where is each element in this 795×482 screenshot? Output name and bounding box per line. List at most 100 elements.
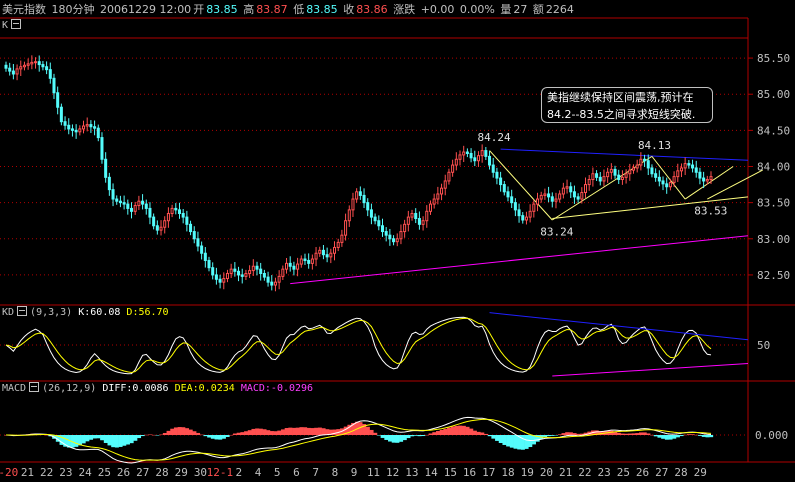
- candle-body[interactable]: [273, 281, 277, 286]
- candle-body[interactable]: [536, 198, 540, 205]
- candle-body[interactable]: [70, 128, 74, 131]
- candle-body[interactable]: [118, 200, 122, 204]
- candle-body[interactable]: [587, 179, 591, 186]
- candle-body[interactable]: [126, 203, 130, 209]
- candle-body[interactable]: [672, 176, 676, 183]
- candle-body[interactable]: [122, 202, 126, 205]
- candle-body[interactable]: [115, 198, 119, 202]
- candle-body[interactable]: [159, 226, 163, 231]
- candle-body[interactable]: [421, 220, 425, 225]
- candle-body[interactable]: [310, 258, 314, 264]
- candle-body[interactable]: [344, 220, 348, 236]
- candle-body[interactable]: [292, 265, 296, 270]
- candle-body[interactable]: [259, 268, 263, 274]
- candle-body[interactable]: [502, 184, 506, 193]
- candle-body[interactable]: [628, 169, 632, 175]
- candle-body[interactable]: [702, 177, 706, 182]
- candle-body[interactable]: [185, 216, 189, 225]
- candle-body[interactable]: [657, 176, 661, 182]
- candle-body[interactable]: [462, 151, 466, 156]
- candle-body[interactable]: [63, 121, 67, 126]
- candle-body[interactable]: [377, 220, 381, 227]
- candle-body[interactable]: [665, 183, 669, 188]
- candle-body[interactable]: [4, 64, 8, 69]
- candle-body[interactable]: [270, 281, 274, 286]
- collapse-box-icon[interactable]: [29, 382, 40, 392]
- candle-body[interactable]: [137, 200, 141, 207]
- candle-body[interactable]: [366, 202, 370, 211]
- candle-body[interactable]: [22, 64, 26, 68]
- candle-body[interactable]: [355, 191, 359, 200]
- candle-body[interactable]: [340, 234, 344, 243]
- candle-body[interactable]: [48, 69, 52, 79]
- candle-body[interactable]: [384, 231, 388, 236]
- candle-body[interactable]: [41, 64, 45, 68]
- candle-body[interactable]: [100, 137, 104, 160]
- candle-body[interactable]: [277, 275, 281, 283]
- candle-body[interactable]: [141, 200, 145, 205]
- candle-body[interactable]: [458, 154, 462, 160]
- candle-body[interactable]: [78, 128, 82, 133]
- candle-body[interactable]: [388, 234, 392, 240]
- candle-body[interactable]: [214, 274, 218, 280]
- candle-body[interactable]: [347, 209, 351, 222]
- candle-body[interactable]: [499, 177, 503, 186]
- candle-body[interactable]: [410, 212, 414, 218]
- candle-body[interactable]: [369, 209, 373, 218]
- candle-body[interactable]: [351, 198, 355, 211]
- candle-body[interactable]: [654, 173, 658, 178]
- candle-body[interactable]: [609, 168, 613, 173]
- candle-body[interactable]: [491, 164, 495, 173]
- candle-body[interactable]: [303, 258, 307, 261]
- candle-body[interactable]: [465, 151, 469, 154]
- candle-body[interactable]: [299, 258, 303, 265]
- candle-body[interactable]: [244, 272, 248, 277]
- candle-body[interactable]: [281, 268, 285, 277]
- candle-body[interactable]: [687, 163, 691, 166]
- candle-body[interactable]: [517, 209, 521, 217]
- candle-body[interactable]: [436, 193, 440, 200]
- candle-body[interactable]: [694, 167, 698, 173]
- candle-body[interactable]: [576, 196, 580, 200]
- candle-body[interactable]: [417, 218, 421, 225]
- candle-body[interactable]: [698, 171, 702, 179]
- candle-body[interactable]: [211, 267, 215, 276]
- candle-body[interactable]: [561, 187, 565, 195]
- candle-body[interactable]: [321, 249, 325, 256]
- candle-body[interactable]: [650, 167, 654, 175]
- candle-body[interactable]: [440, 187, 444, 195]
- candle-body[interactable]: [222, 278, 226, 283]
- candle-body[interactable]: [240, 274, 244, 277]
- candle-body[interactable]: [155, 225, 159, 231]
- candle-body[interactable]: [709, 176, 713, 181]
- candle-body[interactable]: [163, 220, 167, 228]
- candle-body[interactable]: [513, 202, 517, 211]
- candle-body[interactable]: [358, 191, 362, 196]
- candle-body[interactable]: [676, 170, 680, 178]
- candle-body[interactable]: [547, 193, 551, 198]
- candle-body[interactable]: [451, 164, 455, 173]
- candle-body[interactable]: [67, 124, 71, 130]
- candle-body[interactable]: [189, 223, 193, 233]
- candle-body[interactable]: [166, 212, 170, 222]
- candle-body[interactable]: [233, 268, 237, 272]
- candle-body[interactable]: [56, 92, 60, 108]
- candle-body[interactable]: [506, 191, 510, 198]
- candle-body[interactable]: [395, 238, 399, 243]
- candle-body[interactable]: [207, 259, 211, 269]
- candle-body[interactable]: [85, 124, 89, 127]
- candle-body[interactable]: [554, 198, 558, 202]
- candle-body[interactable]: [255, 265, 259, 270]
- candle-body[interactable]: [181, 212, 185, 218]
- candle-body[interactable]: [74, 129, 78, 133]
- candle-body[interactable]: [225, 272, 229, 280]
- candle-body[interactable]: [591, 173, 595, 181]
- candle-body[interactable]: [668, 181, 672, 188]
- candle-body[interactable]: [107, 176, 111, 191]
- candle-body[interactable]: [558, 193, 562, 200]
- candle-body[interactable]: [81, 125, 86, 130]
- candle-body[interactable]: [532, 203, 536, 212]
- candle-body[interactable]: [602, 176, 606, 182]
- candle-body[interactable]: [617, 174, 621, 181]
- candle-body[interactable]: [96, 127, 100, 139]
